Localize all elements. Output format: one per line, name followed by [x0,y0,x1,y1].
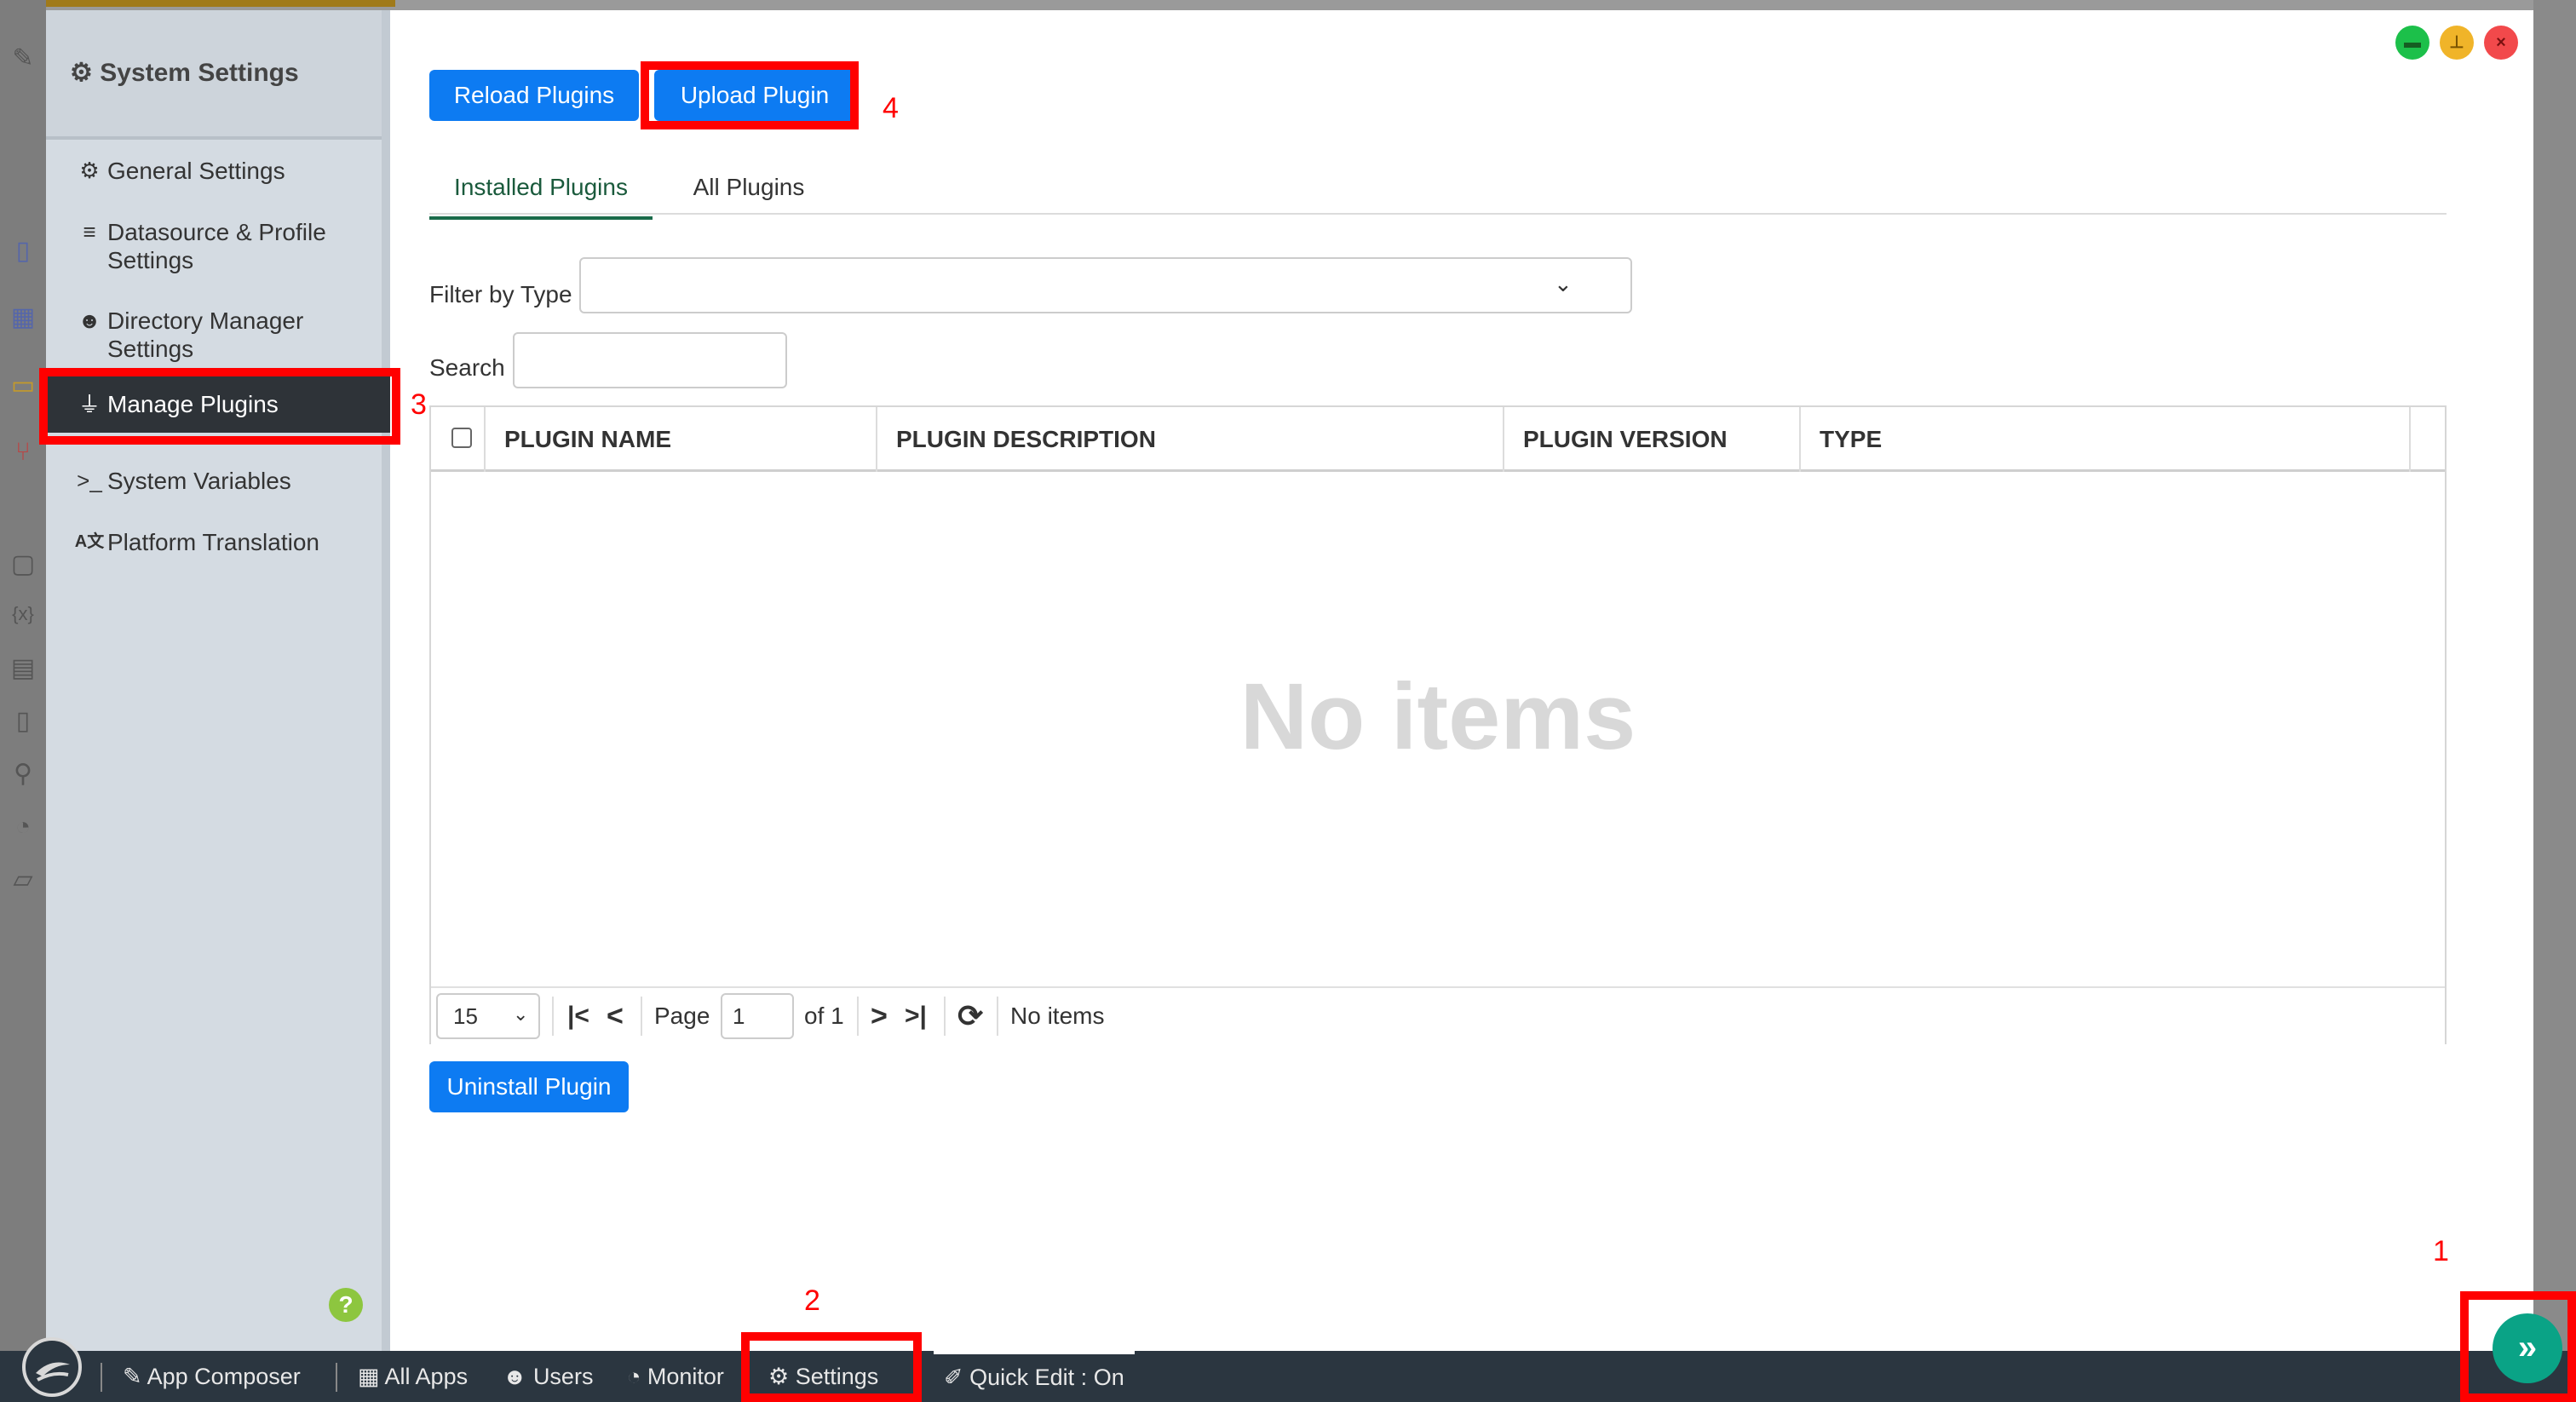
page-count-label: of 1 [804,1003,844,1029]
column-plugin-version[interactable]: PLUGIN VERSION [1504,407,1801,472]
taskbar-divider [101,1363,102,1392]
taskbar-app-composer[interactable]: ✎ App Composer [123,1351,301,1402]
scroll-icon[interactable]: ▱ [7,864,39,896]
select-all-cell [431,407,486,472]
tab-installed-plugins[interactable]: Installed Plugins [429,162,653,220]
annotation-number-1: 1 [2433,1235,2449,1267]
gears-icon: ⚙ [70,59,93,87]
grid-icon[interactable]: ▦ [7,302,39,334]
annotation-box-3 [39,368,400,445]
annotation-number-3: 3 [411,388,427,421]
chevron-down-icon: ⌄ [1554,271,1573,296]
users-icon: ☻ [503,1364,527,1389]
plugin-icon[interactable]: ⚲ [7,758,39,790]
edit-icon[interactable]: ✎ [7,43,39,75]
gauge-icon[interactable]: ◔ [7,811,39,843]
pager-divider [552,997,554,1036]
taskbar-divider [336,1363,337,1392]
sidebar-header: ⚙ System Settings [46,10,382,140]
joget-logo[interactable] [22,1337,82,1397]
system-settings-dialog: ⚙ System Settings ⚙ General Settings ≡ Dat… [46,10,2533,1351]
pager-divider [944,997,946,1036]
taskbar-users[interactable]: ☻ Users [503,1351,593,1402]
tab-all-plugins[interactable]: All Plugins [676,162,821,213]
column-plugin-description[interactable]: PLUGIN DESCRIPTION [877,407,1504,472]
tab-divider [429,213,2447,215]
filter-type-select[interactable] [579,257,1632,313]
next-page-icon[interactable]: > [871,988,888,1044]
gear-icon: ⚙ [79,158,100,183]
users-icon: ☻ [78,307,101,333]
note-icon[interactable]: ▢ [7,549,39,581]
terminal-icon: >_ [77,468,102,493]
first-page-icon[interactable]: |< [567,988,589,1044]
annotation-box-2 [741,1332,922,1402]
taskbar-all-apps[interactable]: ▦ All Apps [358,1351,468,1402]
background-topbar [46,0,2533,10]
minimize-icon[interactable]: ▬ [2395,26,2429,60]
variable-icon[interactable]: {x} [7,598,39,630]
sidebar-item-datasource[interactable]: ≡ Datasource & Profile Settings [72,218,378,274]
page-size-select[interactable]: 15 ⌄ [436,993,540,1039]
page-number-input[interactable]: 1 [721,993,794,1039]
pager-divider [641,997,642,1036]
search-input[interactable] [513,332,787,388]
sidebar-title: ⚙ System Settings [70,59,299,87]
pager-divider [997,997,998,1036]
translation-icon: A文 [74,532,105,551]
pin-icon[interactable]: ⊥ [2440,26,2474,60]
annotation-box-1 [2460,1291,2576,1402]
select-all-checkbox[interactable] [451,428,472,448]
sidebar-item-general-settings[interactable]: ⚙ General Settings [72,157,378,185]
help-icon[interactable]: ? [329,1288,363,1322]
taskbar-monitor[interactable]: ◔ Monitor [627,1351,724,1402]
pager-divider [857,997,859,1036]
sidebar-item-directory-manager[interactable]: ☻ Directory Manager Settings [72,307,378,363]
taskbar-quick-edit[interactable]: ✐ Quick Edit : On [934,1351,1135,1402]
background-right-panel [2533,0,2576,1351]
uninstall-plugin-button[interactable]: Uninstall Plugin [429,1061,629,1112]
page-label: Page [654,1003,710,1029]
file-icon[interactable]: ▯ [7,705,39,738]
filter-label: Filter by Type [429,281,572,307]
pager-status: No items [1010,1003,1105,1029]
sidebar-item-platform-translation[interactable]: A文 Platform Translation [72,528,378,556]
taskbar: ✎ App Composer ▦ All Apps ☻ Users ◔ Moni… [0,1351,2576,1402]
sidebar-item-system-variables[interactable]: >_ System Variables [72,467,378,495]
empty-state: No items [1239,664,1636,769]
background-accent [46,0,395,7]
edit-icon: ✎ [123,1364,142,1389]
annotation-number-4: 4 [883,92,899,124]
chevron-down-icon: ⌄ [513,1003,529,1025]
gauge-icon: ◔ [627,1364,641,1389]
translate-icon[interactable]: ▤ [7,652,39,685]
sidebar: ⚙ System Settings ⚙ General Settings ≡ Dat… [46,10,390,1351]
database-icon: ≡ [83,219,96,244]
document-icon[interactable]: ▯ [7,235,39,267]
prev-page-icon[interactable]: < [607,988,624,1044]
column-plugin-name[interactable]: PLUGIN NAME [486,407,877,472]
form-icon[interactable]: ▭ [7,370,39,402]
last-page-icon[interactable]: >| [905,988,927,1044]
search-label: Search [429,354,505,381]
brush-icon: ✐ [944,1365,963,1390]
refresh-icon[interactable]: ⟳ [957,988,983,1044]
annotation-number-2: 2 [804,1284,820,1317]
plugins-table: PLUGIN NAME PLUGIN DESCRIPTION PLUGIN VE… [429,405,2447,1044]
annotation-box-4 [641,61,859,129]
column-type[interactable]: TYPE [1801,407,2411,472]
table-header: PLUGIN NAME PLUGIN DESCRIPTION PLUGIN VE… [431,407,2445,472]
grid-icon: ▦ [358,1364,380,1389]
reload-plugins-button[interactable]: Reload Plugins [429,70,639,121]
pager: 15 ⌄ |< < Page 1 of 1 > >| ⟳ No items [431,986,2445,1044]
close-icon[interactable]: × [2484,26,2518,60]
logo-mark-icon [36,1362,70,1382]
flow-icon[interactable]: ⑂ [7,436,39,468]
